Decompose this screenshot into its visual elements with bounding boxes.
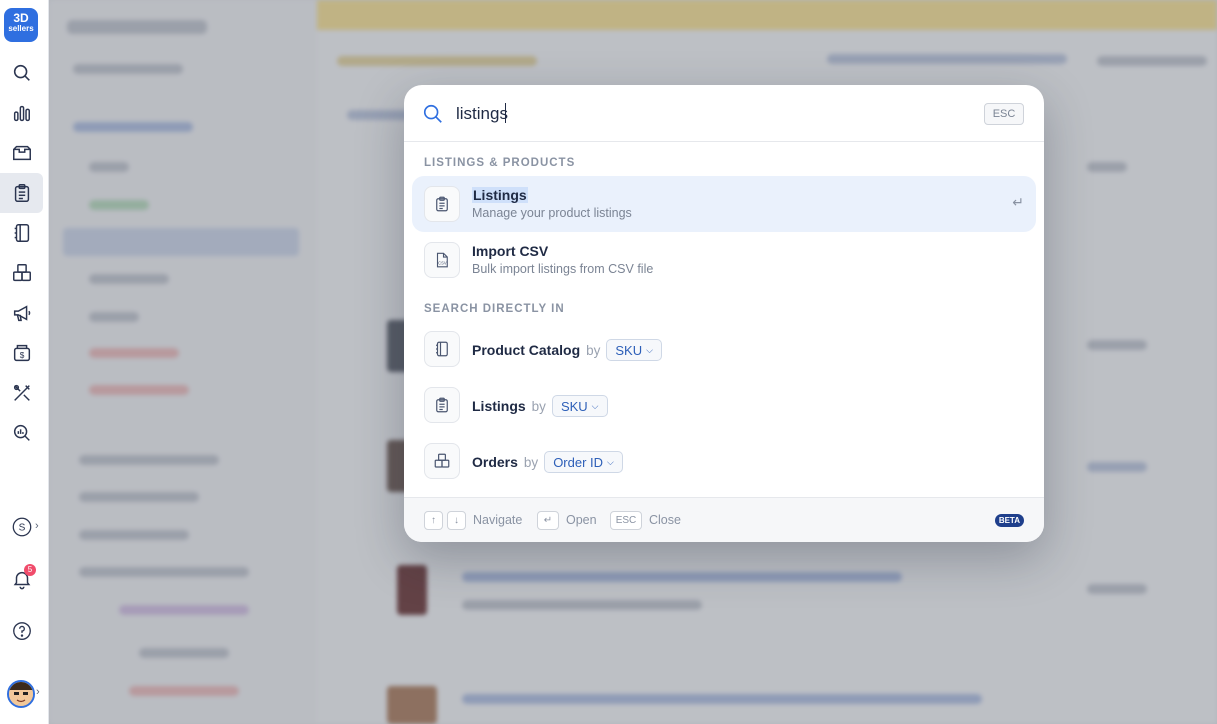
result-icon-box — [424, 331, 460, 367]
nav-listings[interactable] — [0, 173, 43, 213]
command-palette: ESC LISTINGS & PRODUCTS Listings Manage … — [404, 85, 1044, 542]
palette-footer: ↑ ↓ Navigate ↵ Open ESC Close BETA — [404, 497, 1044, 542]
nav-research[interactable] — [0, 413, 43, 453]
nav-catalog[interactable] — [0, 213, 43, 253]
search-in-title: Listings — [472, 398, 526, 414]
notebook-icon — [436, 341, 448, 357]
command-search-input[interactable] — [456, 102, 956, 126]
chevron-down-icon: ⌵ — [646, 344, 653, 355]
search-in-label: Orders by Order ID ⌵ — [472, 451, 623, 473]
field-selector-label: SKU — [615, 342, 643, 358]
nav-inbox[interactable] — [0, 133, 43, 173]
nav-help[interactable] — [0, 611, 43, 651]
result-icon-box — [424, 443, 460, 479]
clipboard-list-icon — [436, 196, 448, 212]
svg-text:S: S — [18, 523, 25, 534]
store-chevron-icon: › — [35, 520, 39, 532]
nav-finance[interactable]: $ — [0, 333, 43, 373]
by-label: by — [523, 454, 539, 470]
arrow-up-icon: ↑ — [424, 511, 443, 530]
result-title: Import CSV — [472, 243, 549, 259]
account-chevron-icon: › — [36, 686, 40, 698]
close-hint: Close — [649, 513, 681, 527]
field-selector-label: Order ID — [553, 454, 604, 470]
help-circle-icon — [12, 622, 31, 640]
field-selector-sku[interactable]: SKU ⌵ — [551, 395, 608, 417]
text-caret — [505, 103, 506, 123]
store-initial-icon: S — [12, 517, 31, 537]
result-subtitle: Bulk import listings from CSV file — [472, 262, 654, 276]
section-title-listings-products: LISTINGS & PRODUCTS — [424, 157, 576, 169]
result-import-csv[interactable]: CSV Import CSV Bulk import listings from… — [412, 232, 1036, 288]
user-avatar[interactable] — [7, 680, 35, 708]
money-box-icon: $ — [13, 344, 30, 362]
app-logo[interactable]: 3D sellers — [4, 8, 38, 42]
megaphone-icon — [13, 305, 30, 322]
logo-text-3d: 3D — [13, 11, 29, 25]
left-nav-rail: 3D sellers $ S › 5 › — [0, 0, 49, 724]
nav-analytics[interactable] — [0, 93, 43, 133]
boxes-icon — [12, 264, 31, 282]
enter-key-icon: ↵ — [537, 511, 559, 530]
field-selector-label: SKU — [560, 398, 588, 414]
chevron-down-icon: ⌵ — [591, 400, 599, 411]
by-label: by — [531, 398, 546, 414]
inbox-icon — [12, 145, 31, 161]
search-icon — [13, 64, 30, 81]
search-in-label: Listings by SKU ⌵ — [472, 395, 608, 417]
section-title-search-directly: SEARCH DIRECTLY IN — [424, 303, 565, 315]
search-in-title: Orders — [472, 454, 518, 470]
arrow-down-icon: ↓ — [447, 511, 466, 530]
logo-text-sellers: sellers — [8, 24, 34, 33]
beta-badge: BETA — [994, 514, 1024, 527]
nav-marketing[interactable] — [0, 293, 43, 333]
analytics-search-icon — [13, 424, 30, 441]
nav-notifications[interactable] — [0, 559, 43, 599]
field-selector-order-id[interactable]: Order ID ⌵ — [544, 451, 623, 473]
bar-chart-icon — [13, 105, 30, 122]
result-subtitle: Manage your product listings — [472, 206, 632, 220]
palette-search-row: ESC — [404, 85, 1044, 142]
notifications-badge: 5 — [24, 564, 36, 576]
open-hint: Open — [566, 513, 597, 527]
boxes-icon — [434, 453, 450, 468]
result-icon-box — [424, 186, 460, 222]
result-icon-box — [424, 387, 460, 423]
result-listings[interactable]: Listings Manage your product listings ↵ — [412, 176, 1036, 232]
esc-key-hint[interactable]: ESC — [984, 103, 1024, 125]
search-in-listings[interactable]: Listings by SKU ⌵ — [412, 377, 1036, 433]
svg-text:CSV: CSV — [438, 261, 447, 266]
clipboard-list-icon — [436, 397, 448, 413]
nav-tools[interactable] — [0, 373, 43, 413]
esc-key-hint: ESC — [610, 511, 642, 530]
tools-icon — [13, 384, 30, 401]
by-label: by — [586, 342, 601, 358]
search-in-title: Product Catalog — [472, 342, 581, 358]
result-icon-box: CSV — [424, 242, 460, 278]
search-in-product-catalog[interactable]: Product Catalog by SKU ⌵ — [412, 321, 1036, 377]
nav-search[interactable] — [0, 53, 43, 93]
result-title: Listings — [472, 187, 528, 203]
search-in-orders[interactable]: Orders by Order ID ⌵ — [412, 433, 1036, 489]
search-icon — [423, 104, 442, 123]
field-selector-sku[interactable]: SKU ⌵ — [606, 339, 662, 361]
svg-text:$: $ — [19, 351, 24, 360]
notebook-icon — [14, 224, 29, 242]
navigate-hint: Navigate — [473, 513, 523, 527]
csv-file-icon: CSV — [436, 252, 448, 268]
chevron-down-icon: ⌵ — [607, 456, 614, 467]
nav-orders[interactable] — [0, 253, 43, 293]
enter-icon: ↵ — [1012, 194, 1024, 210]
avatar-face-icon — [9, 682, 33, 706]
search-in-label: Product Catalog by SKU ⌵ — [472, 339, 662, 361]
clipboard-list-icon — [14, 184, 29, 202]
